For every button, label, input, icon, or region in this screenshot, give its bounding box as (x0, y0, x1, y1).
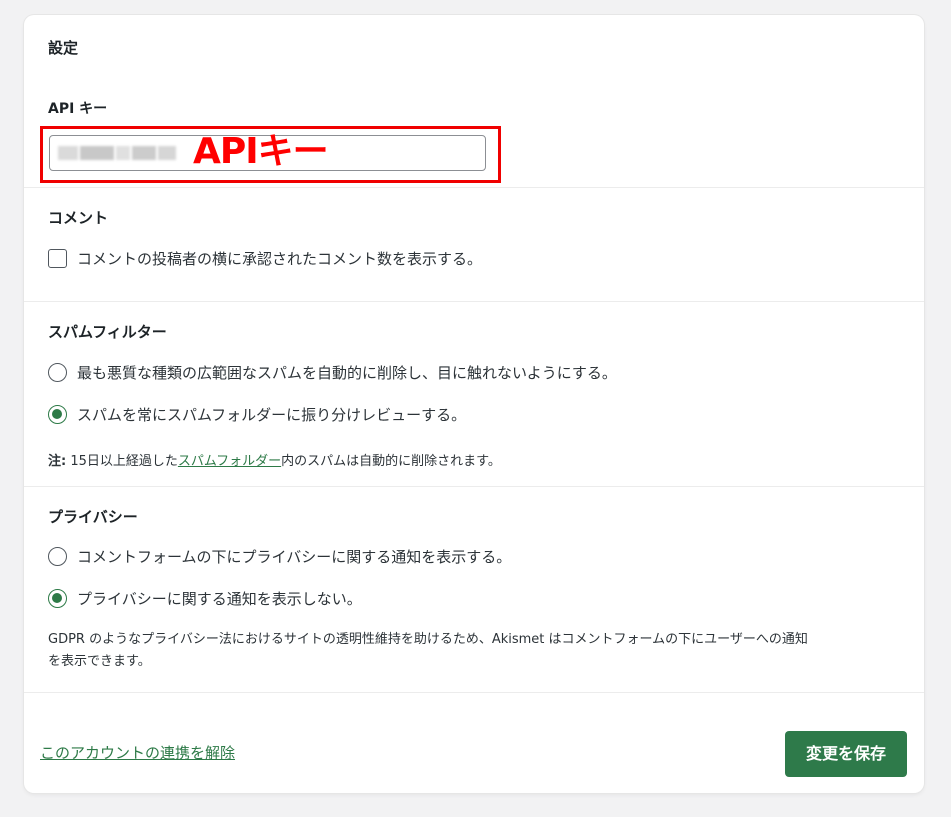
privacy-option-show[interactable]: コメントフォームの下にプライバシーに関する通知を表示する。 (48, 545, 511, 567)
privacy-show-label: コメントフォームの下にプライバシーに関する通知を表示する。 (77, 547, 512, 566)
privacy-description-line1: GDPR のようなプライバシー法におけるサイトの透明性維持を助けるため、Akis… (48, 632, 808, 647)
comments-heading: コメント (48, 209, 109, 227)
api-key-section: 設定 API キー APIキー (24, 15, 924, 188)
show-approved-count-option[interactable]: コメントの投稿者の横に承認されたコメント数を表示する。 (48, 247, 482, 269)
spam-review-radio[interactable] (48, 404, 67, 424)
privacy-hide-radio[interactable] (48, 588, 67, 608)
spam-folder-link[interactable]: スパムフォルダー (178, 454, 281, 469)
settings-title: 設定 (48, 39, 79, 57)
spam-option-review[interactable]: スパムを常にスパムフォルダーに振り分けレビューする。 (48, 403, 466, 425)
privacy-section: プライバシー コメントフォームの下にプライバシーに関する通知を表示する。 プライ… (24, 487, 924, 693)
spam-note: 注: 15日以上経過したスパムフォルダー内のスパムは自動的に削除されます。 (48, 450, 501, 469)
settings-card: 設定 API キー APIキー コメント コメントの投稿者の横に承認されたコメン… (24, 15, 924, 793)
api-key-masked-value (116, 146, 130, 160)
api-key-masked-value (58, 146, 78, 160)
privacy-option-hide[interactable]: プライバシーに関する通知を表示しない。 (48, 587, 362, 609)
disconnect-account-link[interactable]: このアカウントの連携を解除 (40, 742, 235, 763)
api-key-masked-value (132, 146, 156, 160)
privacy-hide-label: プライバシーに関する通知を表示しない。 (77, 589, 362, 608)
show-approved-count-checkbox[interactable] (48, 248, 67, 268)
spam-delete-label: 最も悪質な種類の広範囲なスパムを自動的に削除し、目に触れないようにする。 (77, 363, 617, 382)
privacy-show-radio[interactable] (48, 546, 67, 566)
spam-delete-radio[interactable] (48, 362, 67, 382)
api-key-masked-value (158, 146, 176, 160)
privacy-description: GDPR のようなプライバシー法におけるサイトの透明性維持を助けるため、Akis… (48, 629, 908, 673)
show-approved-count-label: コメントの投稿者の横に承認されたコメント数を表示する。 (77, 249, 483, 268)
api-key-masked-value (80, 146, 114, 160)
spam-filter-heading: スパムフィルター (48, 323, 167, 341)
spam-option-delete[interactable]: 最も悪質な種類の広範囲なスパムを自動的に削除し、目に触れないようにする。 (48, 361, 617, 383)
privacy-heading: プライバシー (48, 508, 138, 526)
spam-note-prefix: 注: (48, 454, 67, 469)
spam-review-label: スパムを常にスパムフォルダーに振り分けレビューする。 (77, 405, 467, 424)
comments-section: コメント コメントの投稿者の横に承認されたコメント数を表示する。 (24, 188, 924, 302)
save-changes-button[interactable]: 変更を保存 (785, 731, 907, 777)
api-key-annotation: APIキー (193, 131, 329, 172)
spam-note-text-end: 内のスパムは自動的に削除されます。 (281, 454, 501, 469)
spam-note-text: 15日以上経過した (66, 454, 178, 469)
privacy-description-line2: を表示できます。 (48, 654, 151, 669)
spam-filter-section: スパムフィルター 最も悪質な種類の広範囲なスパムを自動的に削除し、目に触れないよ… (24, 302, 924, 487)
api-key-label: API キー (48, 101, 108, 117)
